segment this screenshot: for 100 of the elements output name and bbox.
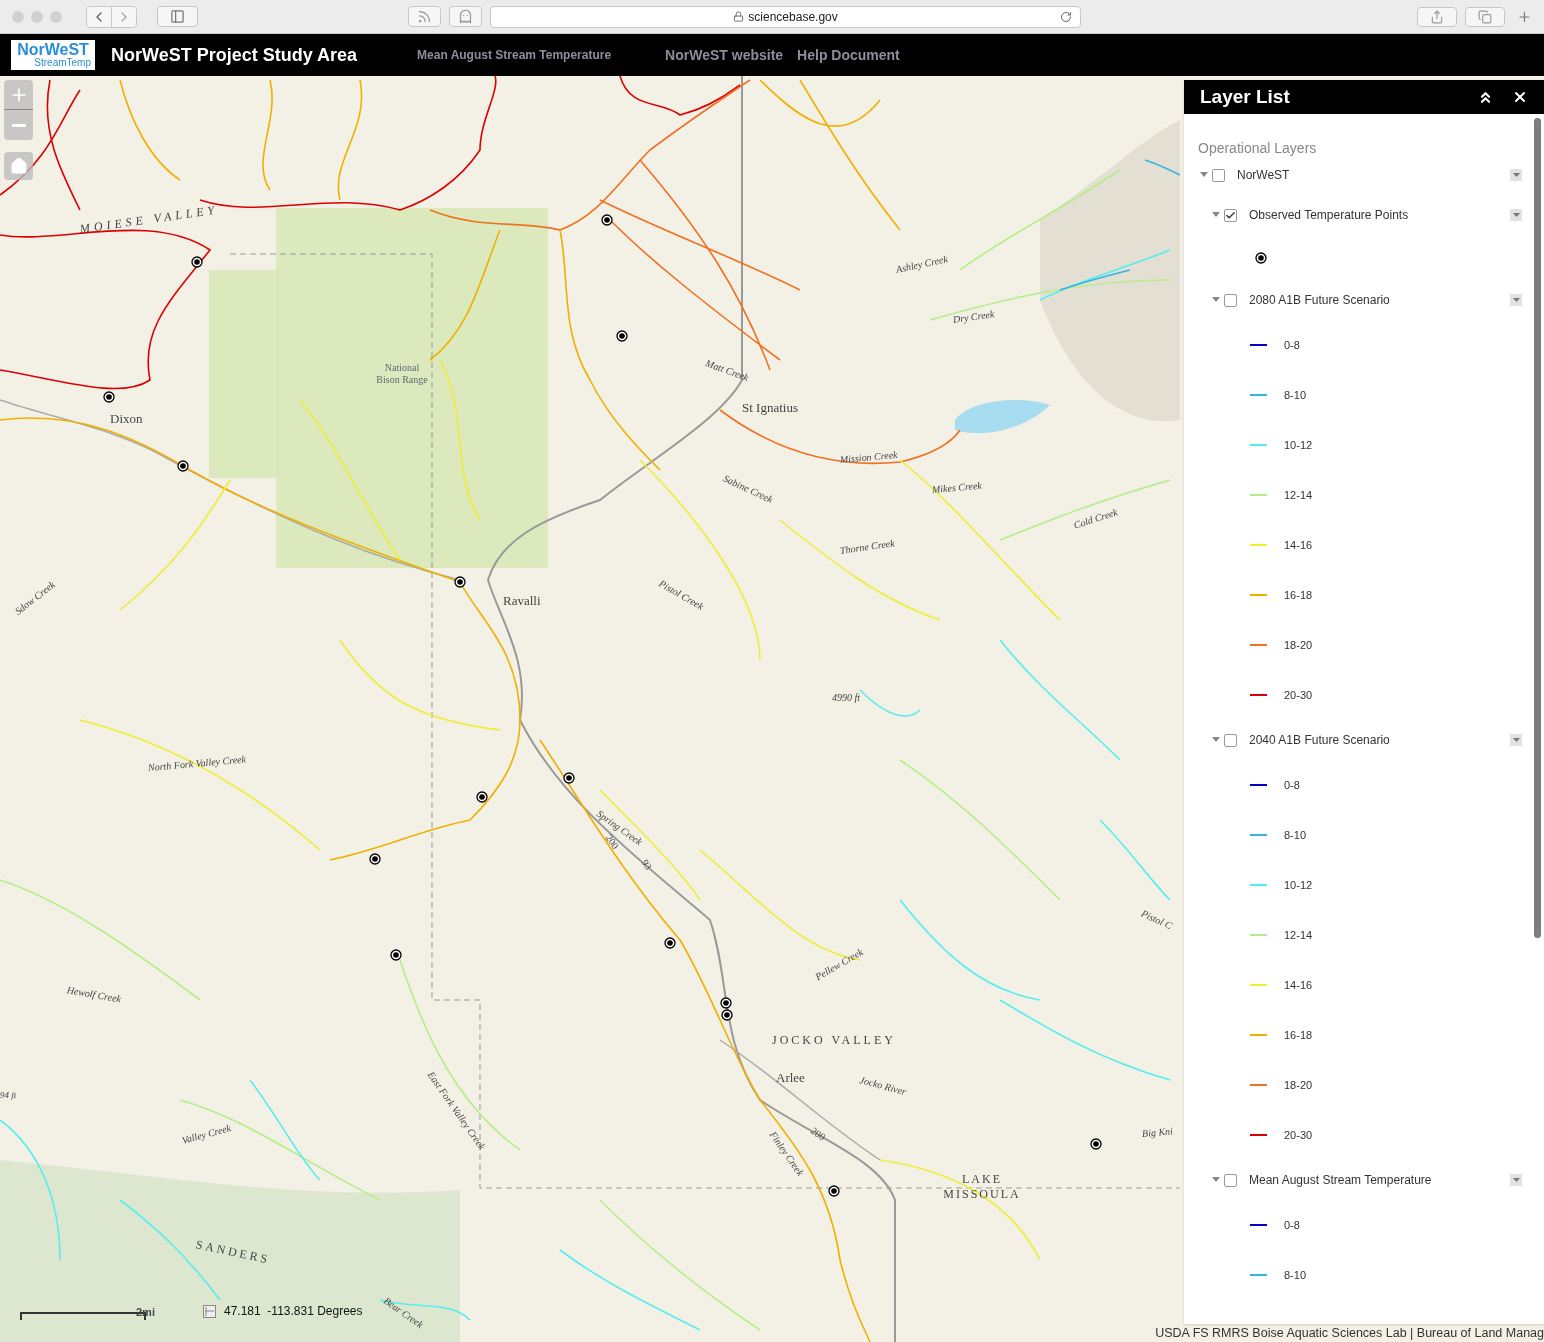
home-button[interactable]: [4, 152, 33, 180]
url-text: sciencebase.gov: [748, 8, 838, 26]
map-label: 200: [602, 832, 622, 853]
legend-label: 8-10: [1284, 387, 1307, 403]
caret-icon: [1512, 1177, 1520, 1183]
map-label: Dixon: [110, 410, 143, 428]
address-bar[interactable]: sciencebase.gov: [490, 5, 1082, 28]
layer-name: Mean August Stream Temperature: [1249, 1172, 1432, 1189]
temperature-point-icon[interactable]: [1090, 1138, 1102, 1150]
legend-label: 10-12: [1284, 437, 1313, 453]
map-label: Matt Creek: [703, 356, 751, 385]
temperature-point-icon[interactable]: [476, 791, 488, 803]
sidebar-button[interactable]: [157, 6, 198, 27]
legend-label: 16-18: [1284, 587, 1313, 603]
map-label: Bear Creek: [380, 1294, 427, 1332]
ghost-button[interactable]: [449, 6, 482, 27]
legend-label: 12-14: [1284, 927, 1313, 943]
temperature-point-icon[interactable]: [616, 330, 628, 342]
scale-label: 2mi: [136, 1304, 155, 1320]
sidebar-icon: [170, 9, 185, 24]
temperature-point-icon[interactable]: [191, 256, 203, 268]
layer-name: Observed Temperature Points: [1249, 207, 1409, 224]
layer-checkbox[interactable]: [1212, 168, 1225, 182]
logo-subtitle: StreamTemp: [34, 58, 92, 68]
legend-label: 14-16: [1284, 537, 1313, 553]
tabs-button[interactable]: [1465, 6, 1506, 27]
legend-label: 8-10: [1284, 827, 1307, 843]
temperature-point-icon[interactable]: [601, 214, 613, 226]
layer-checkbox[interactable]: [1224, 1173, 1237, 1187]
expand-caret-icon[interactable]: [1212, 737, 1220, 743]
temperature-point-icon[interactable]: [720, 997, 732, 1009]
layer-checkbox[interactable]: [1224, 208, 1237, 222]
legend-label: 20-30: [1284, 687, 1313, 703]
legend-label: 16-18: [1284, 1027, 1313, 1043]
header-link[interactable]: Help Document: [797, 44, 900, 66]
map-label: Mikes Creek: [931, 478, 983, 497]
layer-options-button[interactable]: [1510, 294, 1522, 306]
temperature-point-icon[interactable]: [103, 391, 115, 403]
layer-options-button[interactable]: [1510, 209, 1522, 221]
map-label: 4990 ft: [832, 691, 861, 705]
temperature-point-icon[interactable]: [369, 853, 381, 865]
temperature-point-icon[interactable]: [390, 949, 402, 961]
map-label: Ravalli: [503, 592, 541, 610]
expand-caret-icon[interactable]: [1212, 297, 1220, 303]
layer-options-button[interactable]: [1510, 169, 1522, 181]
map-label: MOIESE VALLEY: [78, 201, 220, 238]
expand-caret-icon[interactable]: [1200, 172, 1208, 178]
caret-icon: [1512, 737, 1520, 743]
temperature-point-icon[interactable]: [664, 937, 676, 949]
map-label: Ashley Creek: [894, 252, 950, 277]
logo-title: NorWeST: [17, 42, 89, 58]
close-button[interactable]: [1512, 89, 1528, 105]
close-icon: [1512, 89, 1528, 105]
scrollbar[interactable]: [1534, 118, 1541, 938]
map-label: Big Kni: [1141, 1124, 1174, 1141]
header-link[interactable]: Mean August Stream Temperature: [417, 46, 612, 64]
layer-checkbox[interactable]: [1224, 293, 1237, 307]
temperature-point-icon[interactable]: [828, 1185, 840, 1197]
legend-label: 12-14: [1284, 487, 1313, 503]
map-label: 94 ft: [0, 1089, 17, 1102]
temperature-point-icon[interactable]: [563, 772, 575, 784]
expand-caret-icon[interactable]: [1212, 1177, 1220, 1183]
home-icon: [9, 157, 28, 175]
lock-icon: [733, 11, 745, 22]
rss-icon: [417, 9, 432, 24]
expand-caret-icon[interactable]: [1212, 212, 1220, 218]
map-label: St Ignatius: [742, 399, 798, 417]
map-label: Mission Creek: [839, 448, 899, 467]
map-label: 200: [807, 1124, 829, 1145]
rss-button[interactable]: [408, 6, 441, 27]
map-label: Arlee: [776, 1069, 805, 1087]
coordinates-text: 47.181 -113.831 Degrees: [224, 1303, 363, 1320]
caret-icon: [1512, 297, 1520, 303]
legend-label: 0-8: [1284, 337, 1300, 353]
tabs-icon: [1478, 9, 1493, 24]
temperature-point-icon[interactable]: [721, 1009, 733, 1021]
ghost-icon: [458, 9, 473, 24]
legend-label: 18-20: [1284, 1077, 1313, 1093]
caret-icon: [1512, 212, 1520, 218]
map-label: North Fork Valley Creek: [147, 752, 247, 775]
reload-icon[interactable]: [1060, 10, 1073, 23]
section-heading: Operational Layers: [1198, 139, 1318, 158]
share-button[interactable]: [1417, 6, 1458, 27]
map-label: Sabine Creek: [720, 471, 776, 507]
check-icon: [1225, 209, 1236, 221]
temperature-point-icon[interactable]: [454, 576, 466, 588]
layer-options-button[interactable]: [1510, 734, 1522, 746]
app-title: NorWeST Project Study Area: [111, 43, 358, 67]
layer-name: 2040 A1B Future Scenario: [1249, 732, 1390, 749]
map-label: Jocko River: [858, 1073, 908, 1100]
layer-options-button[interactable]: [1510, 1174, 1522, 1186]
temperature-point-icon[interactable]: [177, 460, 189, 472]
legend-label: 18-20: [1284, 637, 1313, 653]
map-label: 93: [638, 856, 656, 873]
minus-icon: [11, 123, 26, 127]
map-label: JOCKO VALLEY: [772, 1032, 896, 1049]
header-link[interactable]: NorWeST website: [665, 44, 784, 66]
map-label: Dry Creek: [951, 307, 996, 327]
zoom-in-button[interactable]: [4, 80, 33, 110]
layer-checkbox[interactable]: [1224, 733, 1237, 747]
